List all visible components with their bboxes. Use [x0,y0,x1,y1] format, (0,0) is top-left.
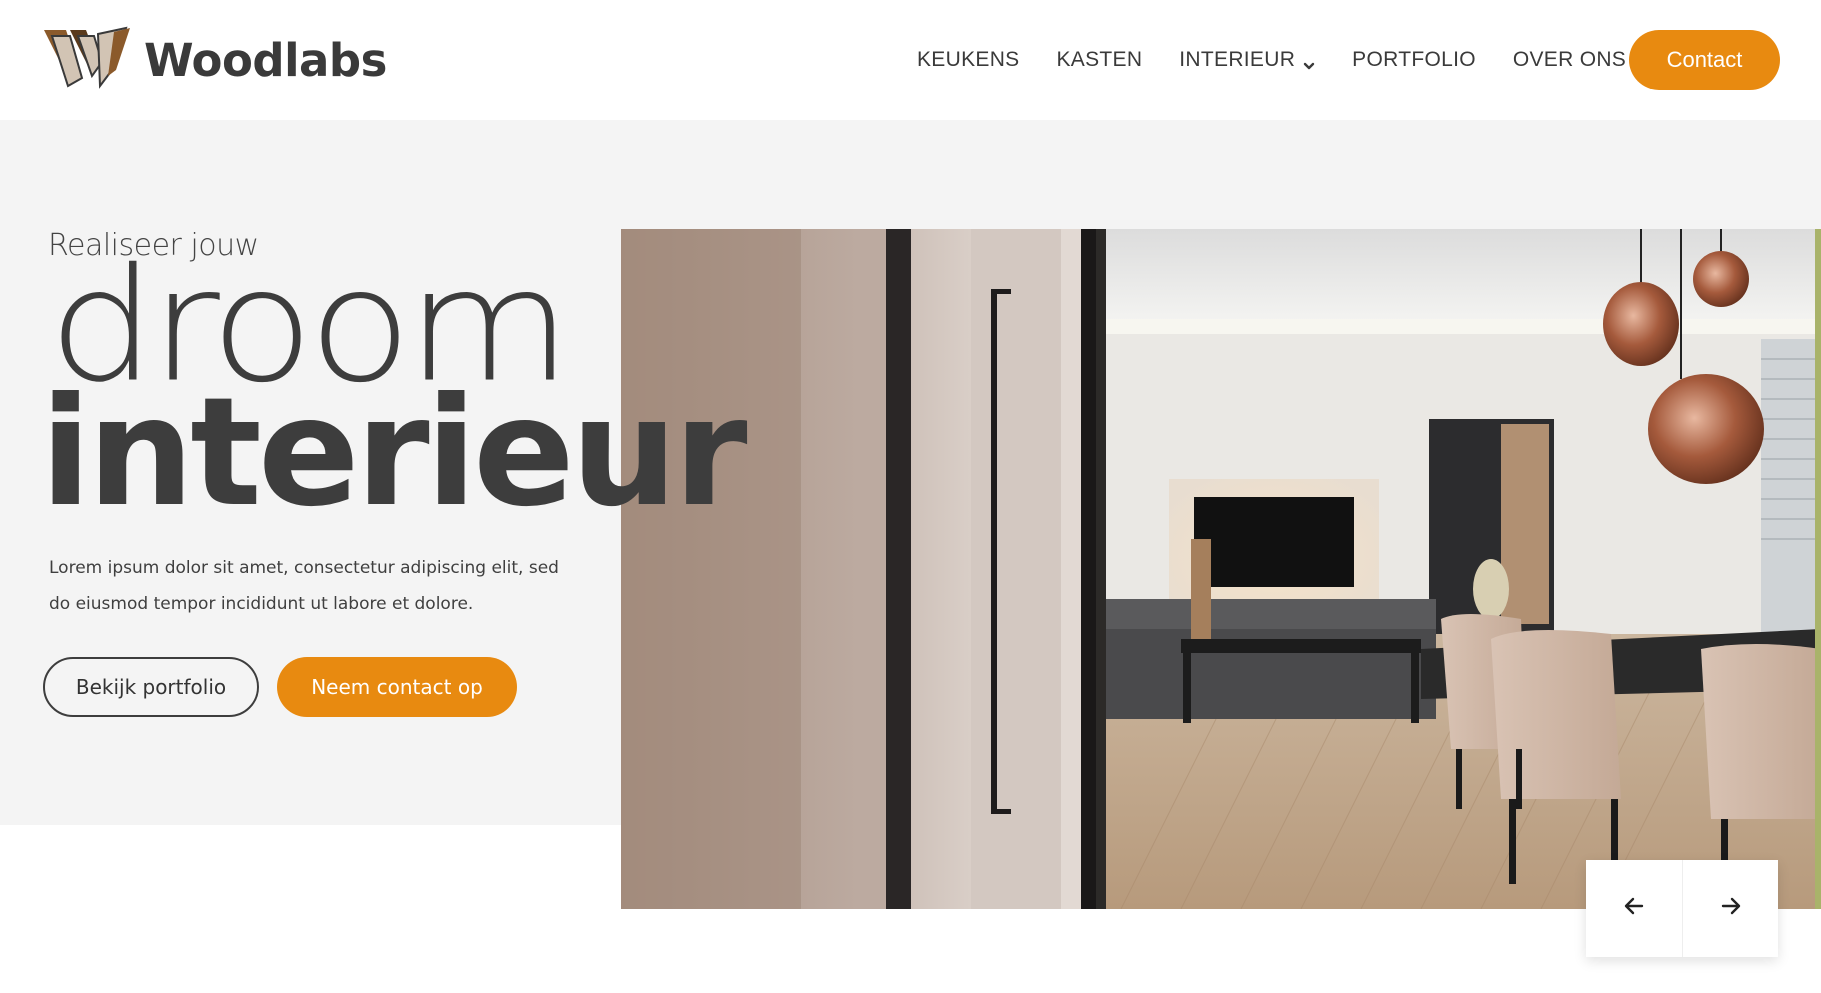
main-nav: KEUKENS KASTEN INTERIEUR PORTFOLIO OVER … [917,40,1683,80]
woodlabs-w-logo-icon [42,26,132,95]
interior-living-dining-photo [621,229,1821,909]
slider-prev-button[interactable] [1586,860,1682,957]
nav-item-interieur[interactable]: INTERIEUR [1179,40,1315,80]
nav-item-kasten[interactable]: KASTEN [1056,40,1142,80]
nav-item-label: OVER ONS [1512,48,1627,71]
nav-item-keukens[interactable]: KEUKENS [917,40,1019,80]
nav-item-over-ons[interactable]: OVER ONS [1513,40,1646,80]
hero-headline-bold: interieur [40,366,748,540]
slider-controls [1586,860,1778,957]
logo-link[interactable]: Woodlabs [42,26,387,95]
arrow-left-icon [1623,895,1645,922]
hero-lead-text: Lorem ipsum dolor sit amet, consectetur … [49,558,559,614]
nav-item-label: KASTEN [1056,48,1143,71]
contact-us-button[interactable]: Neem contact op [277,657,517,717]
nav-item-label: KEUKENS [917,48,1020,71]
site-header: Woodlabs KEUKENS KASTEN INTERIEUR PORTFO… [0,0,1821,120]
contact-button[interactable]: Contact [1629,30,1780,90]
brand-name: Woodlabs [144,33,387,87]
hero-heading-group: Realiseer jouw droom interieur [40,228,748,528]
arrow-right-icon [1720,895,1742,922]
nav-item-label: INTERIEUR [1179,48,1296,71]
nav-item-portfolio[interactable]: PORTFOLIO [1352,40,1476,80]
slider-next-button[interactable] [1682,860,1778,957]
view-portfolio-button[interactable]: Bekijk portfolio [43,657,259,717]
chevron-down-icon [1303,54,1315,70]
nav-item-label: PORTFOLIO [1352,48,1476,71]
